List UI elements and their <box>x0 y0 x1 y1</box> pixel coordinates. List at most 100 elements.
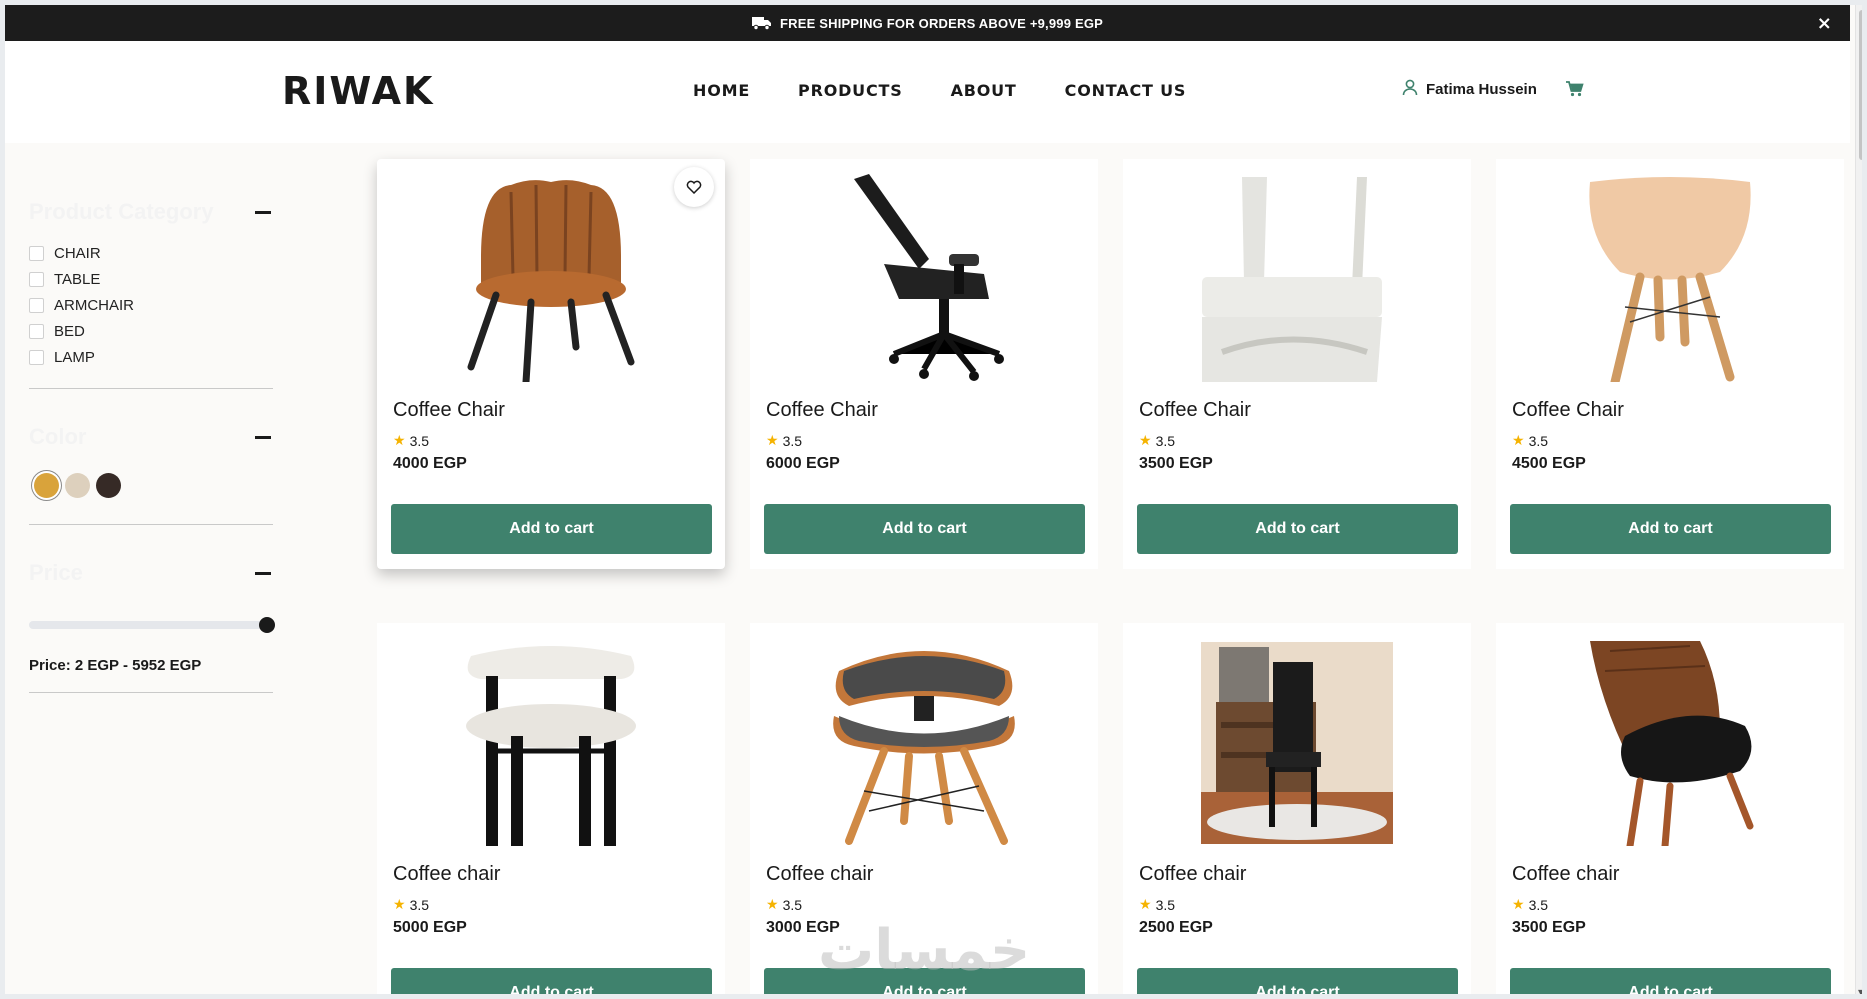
product-name[interactable]: Coffee chair <box>1139 863 1246 886</box>
rating-value: 3.5 <box>1528 896 1549 913</box>
announcement-bar: FREE SHIPPING FOR ORDERS ABOVE +9,999 EG… <box>5 5 1850 41</box>
announcement-text: FREE SHIPPING FOR ORDERS ABOVE +9,999 EG… <box>779 15 1104 31</box>
add-to-cart-button[interactable]: Add to cart <box>1510 504 1831 554</box>
product-image-white-metal-chair[interactable] <box>1163 174 1431 384</box>
add-to-cart-button[interactable]: Add to cart <box>391 504 712 554</box>
truck-icon <box>751 16 772 30</box>
site-header: RIWAK HOME PRODUCTS ABOUT CONTACT US Fat… <box>5 41 1850 143</box>
product-rating: ★ 3.5 <box>766 896 802 913</box>
product-image-grey-curved-chair[interactable] <box>790 638 1058 848</box>
color-swatch-beige[interactable] <box>65 473 90 498</box>
nav-home[interactable]: HOME <box>693 81 750 100</box>
product-image-beige-shell-chair[interactable] <box>1536 174 1804 384</box>
rating-value: 3.5 <box>1528 432 1549 449</box>
product-card[interactable]: Coffee chair ★ 3.5 3500 EGP Add to cart <box>1496 623 1844 999</box>
category-option-table[interactable]: TABLE <box>29 266 273 292</box>
price-filter: Price Price: 2 EGP - 5952 EGP <box>29 560 275 693</box>
color-filter: Color <box>29 424 273 525</box>
add-to-cart-button[interactable]: Add to cart <box>391 968 712 999</box>
heart-icon[interactable] <box>674 167 714 207</box>
product-price: 3500 EGP <box>1139 455 1213 472</box>
product-name[interactable]: Coffee Chair <box>766 399 878 422</box>
rating-value: 3.5 <box>782 896 803 913</box>
star-icon: ★ <box>1139 432 1152 448</box>
product-rating: ★ 3.5 <box>766 432 802 449</box>
add-to-cart-button[interactable]: Add to cart <box>764 504 1085 554</box>
star-icon: ★ <box>1512 896 1525 912</box>
product-name[interactable]: Coffee Chair <box>1512 399 1624 422</box>
product-price: 5000 EGP <box>393 919 467 936</box>
price-range-slider[interactable] <box>29 617 275 633</box>
color-swatch-gold[interactable] <box>34 473 59 498</box>
product-card[interactable]: Coffee Chair ★ 3.5 4500 EGP Add to cart <box>1496 159 1844 569</box>
product-image-walnut-leather-chair[interactable] <box>1536 638 1804 848</box>
checkbox[interactable] <box>29 245 44 261</box>
add-to-cart-button[interactable]: Add to cart <box>1137 504 1458 554</box>
category-option-lamp[interactable]: LAMP <box>29 344 273 370</box>
collapse-category-icon[interactable] <box>255 210 271 214</box>
category-label: TABLE <box>54 270 101 288</box>
collapse-color-icon[interactable] <box>255 435 271 439</box>
product-rating: ★ 3.5 <box>1139 432 1175 449</box>
product-name[interactable]: Coffee Chair <box>393 399 505 422</box>
product-rating: ★ 3.5 <box>393 432 429 449</box>
scrollbar-thumb[interactable] <box>1859 10 1865 160</box>
product-name[interactable]: Coffee Chair <box>1139 399 1251 422</box>
color-swatch-dark-brown[interactable] <box>96 473 121 498</box>
rating-value: 3.5 <box>409 896 430 913</box>
product-card[interactable]: Coffee Chair ★ 3.5 6000 EGP Add to cart <box>750 159 1098 569</box>
star-icon: ★ <box>1512 432 1525 448</box>
vertical-scrollbar[interactable]: ▼ <box>1855 0 1867 999</box>
product-image-brown-chair[interactable] <box>417 174 685 384</box>
product-image-boucle-chair[interactable] <box>417 638 685 848</box>
product-card[interactable]: Coffee Chair ★ 3.5 4000 EGP Add to cart <box>377 159 725 569</box>
product-rating: ★ 3.5 <box>1512 432 1548 449</box>
slider-handle[interactable] <box>259 617 275 633</box>
main-nav: HOME PRODUCTS ABOUT CONTACT US <box>693 81 1234 100</box>
product-card[interactable]: Coffee Chair ★ 3.5 3500 EGP Add to cart <box>1123 159 1471 569</box>
category-label: LAMP <box>54 348 95 366</box>
category-filter-title: Product Category <box>29 199 214 224</box>
product-price: 2500 EGP <box>1139 919 1213 936</box>
product-image-room-photo-chair[interactable] <box>1163 638 1431 848</box>
product-card[interactable]: Coffee chair ★ 3.5 5000 EGP Add to cart <box>377 623 725 999</box>
cart-icon[interactable] <box>1566 81 1584 102</box>
collapse-price-icon[interactable] <box>255 571 271 575</box>
user-name: Fatima Hussein <box>1426 81 1537 98</box>
rating-value: 3.5 <box>782 432 803 449</box>
checkbox[interactable] <box>29 323 44 339</box>
star-icon: ★ <box>1139 896 1152 912</box>
checkbox[interactable] <box>29 271 44 287</box>
close-icon[interactable]: × <box>1817 13 1832 34</box>
star-icon: ★ <box>766 432 779 448</box>
product-name[interactable]: Coffee chair <box>766 863 873 886</box>
product-rating: ★ 3.5 <box>393 896 429 913</box>
product-card[interactable]: Coffee chair ★ 3.5 2500 EGP Add to cart <box>1123 623 1471 999</box>
product-name[interactable]: Coffee chair <box>393 863 500 886</box>
category-option-bed[interactable]: BED <box>29 318 273 344</box>
product-rating: ★ 3.5 <box>1139 896 1175 913</box>
color-filter-title: Color <box>29 424 87 449</box>
add-to-cart-button[interactable]: Add to cart <box>1510 968 1831 999</box>
scroll-down-arrow[interactable]: ▼ <box>1858 988 1864 997</box>
price-filter-title: Price <box>29 560 83 585</box>
product-name[interactable]: Coffee chair <box>1512 863 1619 886</box>
user-account[interactable]: Fatima Hussein <box>1402 79 1537 100</box>
add-to-cart-button[interactable]: Add to cart <box>1137 968 1458 999</box>
star-icon: ★ <box>766 896 779 912</box>
price-range-text: Price: 2 EGP - 5952 EGP <box>29 657 202 674</box>
category-label: ARMCHAIR <box>54 296 135 314</box>
rating-value: 3.5 <box>409 432 430 449</box>
nav-contact-us[interactable]: CONTACT US <box>1065 81 1187 100</box>
checkbox[interactable] <box>29 297 44 313</box>
product-rating: ★ 3.5 <box>1512 896 1548 913</box>
site-logo[interactable]: RIWAK <box>282 69 434 113</box>
category-option-chair[interactable]: CHAIR <box>29 240 273 266</box>
checkbox[interactable] <box>29 349 44 365</box>
category-option-armchair[interactable]: ARMCHAIR <box>29 292 273 318</box>
product-image-gaming-chair[interactable] <box>790 174 1058 384</box>
nav-about[interactable]: ABOUT <box>951 81 1017 100</box>
rating-value: 3.5 <box>1155 896 1176 913</box>
user-icon <box>1402 79 1418 100</box>
nav-products[interactable]: PRODUCTS <box>798 81 903 100</box>
